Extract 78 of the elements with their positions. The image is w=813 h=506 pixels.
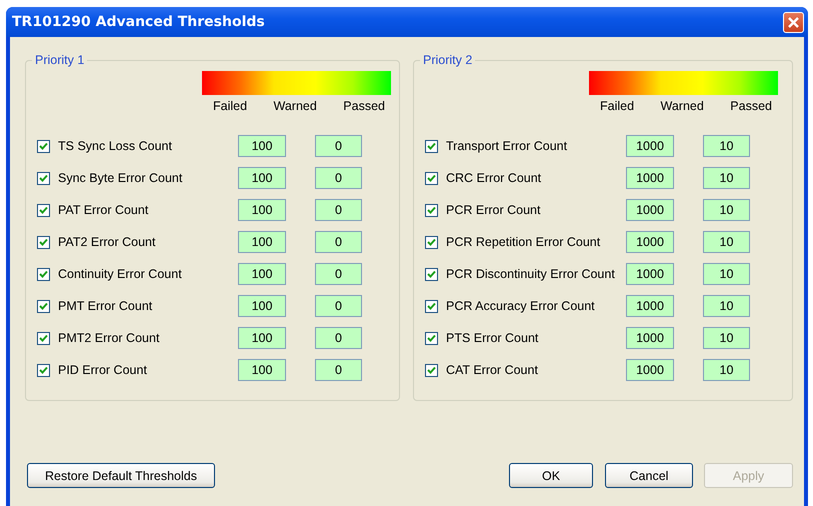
row-label: PCR Accuracy Error Count bbox=[446, 299, 596, 313]
threshold-field[interactable]: 10 bbox=[703, 231, 750, 253]
dialog-button[interactable]: Restore Default Thresholds bbox=[27, 463, 215, 488]
checkbox[interactable] bbox=[425, 140, 438, 152]
checkbox[interactable] bbox=[37, 268, 50, 280]
threshold-field[interactable]: 1000 bbox=[626, 327, 674, 349]
group-legend: Priority 1 bbox=[32, 53, 88, 67]
checkbox[interactable] bbox=[37, 332, 50, 344]
checkbox[interactable] bbox=[37, 236, 50, 248]
threshold-field[interactable]: 0 bbox=[315, 199, 362, 221]
row-label: PID Error Count bbox=[58, 363, 148, 377]
scale-label: Passed bbox=[730, 99, 772, 113]
group-legend: Priority 2 bbox=[420, 53, 476, 67]
dialog-button[interactable]: OK bbox=[509, 463, 593, 488]
threshold-field[interactable]: 1000 bbox=[626, 231, 674, 253]
row-label: Sync Byte Error Count bbox=[58, 171, 184, 185]
threshold-field[interactable]: 0 bbox=[315, 359, 362, 381]
row-label: Transport Error Count bbox=[446, 139, 568, 153]
row-label: PAT Error Count bbox=[58, 203, 150, 217]
close-button[interactable] bbox=[783, 12, 804, 32]
checkbox[interactable] bbox=[425, 268, 438, 280]
row-label: PAT2 Error Count bbox=[58, 235, 156, 249]
scale-label: Warned bbox=[660, 99, 704, 113]
row-label: PTS Error Count bbox=[446, 331, 540, 345]
row-label: PMT Error Count bbox=[58, 299, 154, 313]
row-label: TS Sync Loss Count bbox=[58, 139, 173, 153]
row-label: CAT Error Count bbox=[446, 363, 539, 377]
threshold-field[interactable]: 1000 bbox=[626, 359, 674, 381]
row-label: PMT2 Error Count bbox=[58, 331, 160, 345]
threshold-field[interactable]: 100 bbox=[238, 263, 286, 285]
scale-label: Warned bbox=[274, 99, 317, 113]
threshold-field[interactable]: 10 bbox=[703, 359, 750, 381]
threshold-field[interactable]: 10 bbox=[703, 167, 750, 189]
threshold-field[interactable]: 100 bbox=[238, 327, 286, 349]
checkbox[interactable] bbox=[425, 332, 438, 344]
checkbox[interactable] bbox=[425, 172, 438, 184]
checkbox[interactable] bbox=[37, 300, 50, 312]
threshold-field[interactable]: 0 bbox=[315, 167, 362, 189]
threshold-field[interactable]: 1000 bbox=[626, 199, 674, 221]
checkbox[interactable] bbox=[425, 236, 438, 248]
threshold-field[interactable]: 100 bbox=[238, 231, 286, 253]
row-label: PCR Discontinuity Error Count bbox=[446, 267, 616, 281]
checkbox[interactable] bbox=[37, 172, 50, 184]
checkbox[interactable] bbox=[37, 364, 50, 376]
threshold-field[interactable]: 100 bbox=[238, 199, 286, 221]
threshold-field[interactable]: 0 bbox=[315, 231, 362, 253]
threshold-field[interactable]: 1000 bbox=[626, 135, 674, 157]
threshold-field[interactable]: 10 bbox=[703, 327, 750, 349]
threshold-field[interactable]: 0 bbox=[315, 295, 362, 317]
checkbox[interactable] bbox=[37, 140, 50, 152]
scale-label: Failed bbox=[600, 99, 634, 113]
checkbox[interactable] bbox=[425, 204, 438, 216]
threshold-field[interactable]: 100 bbox=[238, 359, 286, 381]
checkbox[interactable] bbox=[37, 204, 50, 216]
threshold-field[interactable]: 1000 bbox=[626, 295, 674, 317]
threshold-field[interactable]: 10 bbox=[703, 199, 750, 221]
threshold-field[interactable]: 100 bbox=[238, 295, 286, 317]
row-label: Continuity Error Count bbox=[58, 267, 183, 281]
close-icon bbox=[787, 16, 800, 28]
threshold-field[interactable]: 10 bbox=[703, 135, 750, 157]
threshold-field[interactable]: 1000 bbox=[626, 263, 674, 285]
threshold-field[interactable]: 1000 bbox=[626, 167, 674, 189]
row-label: CRC Error Count bbox=[446, 171, 542, 185]
scale-label: Passed bbox=[343, 99, 385, 113]
dialog-button[interactable]: Cancel bbox=[605, 463, 693, 488]
threshold-field[interactable]: 10 bbox=[703, 263, 750, 285]
row-label: PCR Error Count bbox=[446, 203, 542, 217]
checkbox[interactable] bbox=[425, 364, 438, 376]
row-label: PCR Repetition Error Count bbox=[446, 235, 602, 249]
scale-label: Failed bbox=[213, 99, 248, 113]
checkbox[interactable] bbox=[425, 300, 438, 312]
threshold-field[interactable]: 100 bbox=[238, 167, 286, 189]
threshold-field[interactable]: 10 bbox=[703, 295, 750, 317]
threshold-field[interactable]: 0 bbox=[315, 135, 362, 157]
window-title: TR101290 Advanced Thresholds bbox=[12, 14, 265, 30]
threshold-field[interactable]: 100 bbox=[238, 135, 286, 157]
threshold-field[interactable]: 0 bbox=[315, 327, 362, 349]
threshold-field[interactable]: 0 bbox=[315, 263, 362, 285]
